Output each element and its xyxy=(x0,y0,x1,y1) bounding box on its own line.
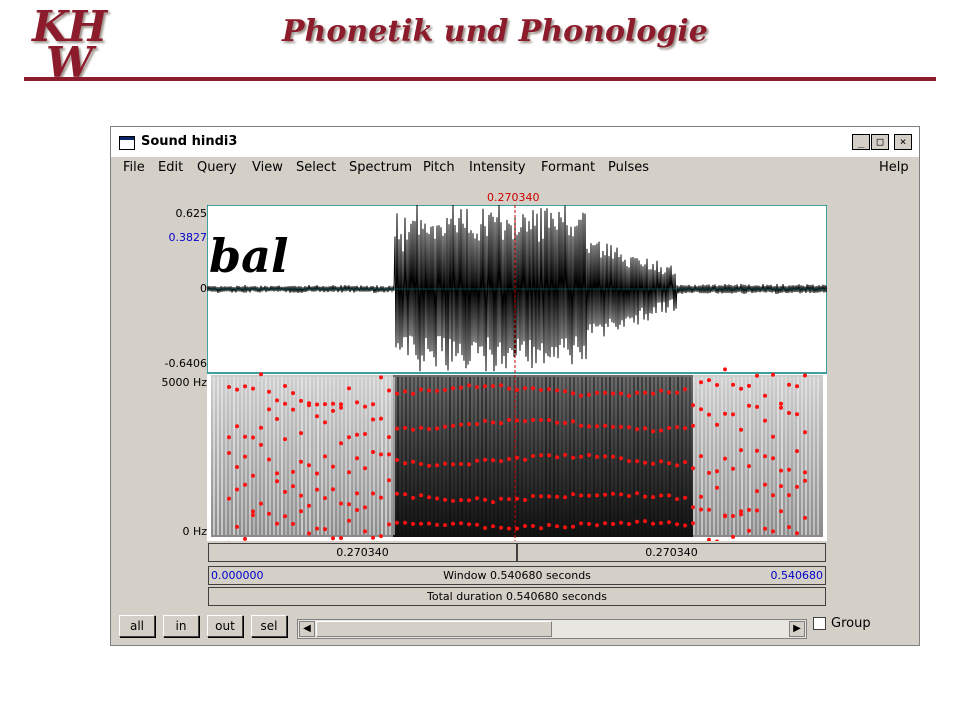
window-start: 0.000000 xyxy=(211,569,264,582)
menu-bar: File Edit Query View Select Spectrum Pit… xyxy=(111,157,919,179)
selection-right-bar[interactable]: 0.270340 xyxy=(517,543,826,562)
sound-display-svg[interactable]: bal xyxy=(206,204,828,547)
scroll-left-icon[interactable]: ◀ xyxy=(299,621,315,637)
window-label: Window 0.540680 seconds xyxy=(443,569,591,582)
zoom-in-button[interactable]: in xyxy=(163,615,199,637)
sound-window: Sound hindi3 _ □ × File Edit Query View … xyxy=(110,126,920,646)
menu-help[interactable]: Help xyxy=(879,160,909,175)
praat-window-icon xyxy=(119,136,135,150)
window-title: Sound hindi3 xyxy=(141,134,238,149)
zoom-sel-button[interactable]: sel xyxy=(251,615,287,637)
menu-pulses[interactable]: Pulses xyxy=(608,160,649,175)
khw-logo: KH W xyxy=(24,2,134,87)
group-checkbox[interactable] xyxy=(813,617,826,630)
zoom-out-button[interactable]: out xyxy=(207,615,243,637)
cursor-time-label: 0.270340 xyxy=(487,191,540,204)
horizontal-scrollbar[interactable]: ◀ ▶ xyxy=(297,619,807,639)
close-button[interactable]: × xyxy=(894,134,912,150)
menu-formant[interactable]: Formant xyxy=(541,160,595,175)
selection-left-value: 0.270340 xyxy=(336,546,389,559)
menu-intensity[interactable]: Intensity xyxy=(469,160,526,175)
group-label: Group xyxy=(831,616,871,631)
menu-select[interactable]: Select xyxy=(296,160,336,175)
waveform-y-min: -0.6406 xyxy=(164,357,207,370)
spectrogram-freq-top: 5000 Hz xyxy=(161,376,207,389)
menu-pitch[interactable]: Pitch xyxy=(423,160,455,175)
sound-editor-canvas[interactable]: bal xyxy=(206,204,828,547)
title-divider xyxy=(24,77,936,81)
selection-right-value: 0.270340 xyxy=(645,546,698,559)
menu-edit[interactable]: Edit xyxy=(158,160,183,175)
waveform-y-cursor: 0.3827 xyxy=(168,231,208,244)
menu-view[interactable]: View xyxy=(252,160,283,175)
minimize-button[interactable]: _ xyxy=(852,134,870,150)
window-titlebar[interactable]: Sound hindi3 _ □ × xyxy=(111,127,919,157)
maximize-button[interactable]: □ xyxy=(871,134,889,150)
window-end: 0.540680 xyxy=(770,569,824,582)
waveform-y-max: 0.625 xyxy=(175,207,208,220)
spectrogram-freq-bottom: 0 Hz xyxy=(182,525,207,538)
menu-query[interactable]: Query xyxy=(197,160,237,175)
menu-file[interactable]: File xyxy=(123,160,145,175)
slide-title: Phonetik und Phonologie xyxy=(282,14,708,49)
menu-spectrum[interactable]: Spectrum xyxy=(349,160,412,175)
zoom-all-button[interactable]: all xyxy=(119,615,155,637)
total-duration-bar[interactable]: Total duration 0.540680 seconds xyxy=(208,587,826,606)
waveform-y-zero: 0 xyxy=(200,282,207,295)
scroll-right-icon[interactable]: ▶ xyxy=(789,621,805,637)
window-bar[interactable]: 0.000000 Window 0.540680 seconds 0.54068… xyxy=(208,566,826,585)
total-duration-label: Total duration 0.540680 seconds xyxy=(427,590,607,603)
selection-left-bar[interactable]: 0.270340 xyxy=(208,543,517,562)
waveform-annotation: bal xyxy=(209,229,288,283)
scroll-thumb[interactable] xyxy=(316,621,552,637)
